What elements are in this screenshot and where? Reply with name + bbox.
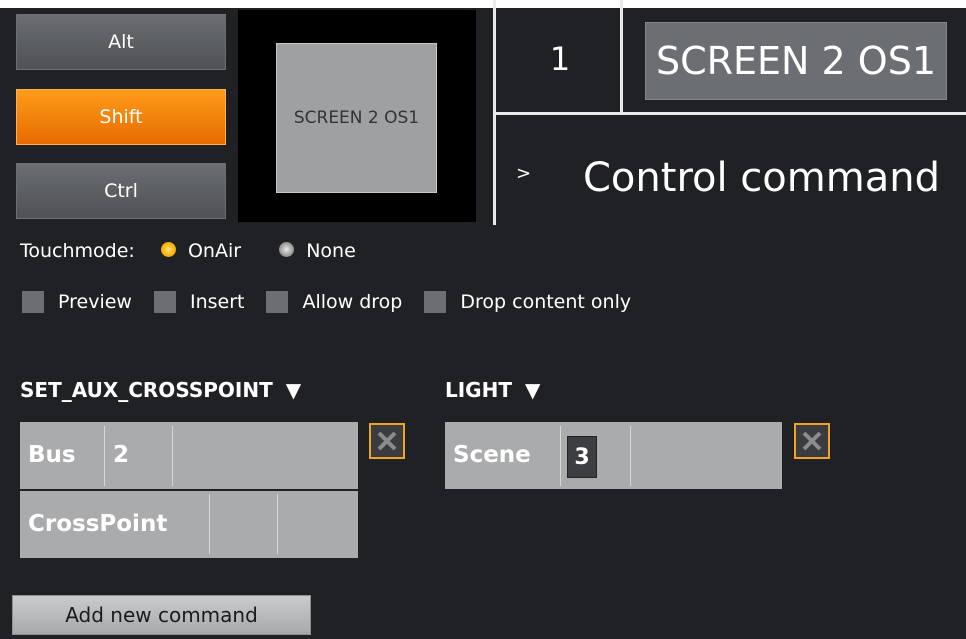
add-new-command-button[interactable]: Add new command bbox=[12, 595, 311, 635]
drop-content-only-checkbox[interactable] bbox=[424, 291, 447, 313]
param-value-bus[interactable]: 2 bbox=[113, 442, 129, 468]
remove-command-button[interactable] bbox=[794, 423, 830, 459]
screen-preview-tile[interactable]: SCREEN 2 OS1 bbox=[276, 43, 437, 193]
vertical-divider-2 bbox=[620, 0, 623, 112]
param-label-scene: Scene bbox=[453, 442, 531, 468]
drop-content-only-checkbox-label: Drop content only bbox=[460, 291, 632, 313]
column-separator bbox=[104, 426, 105, 486]
preview-checkbox[interactable] bbox=[22, 291, 44, 313]
command-header-light[interactable]: LIGHT ▼ bbox=[445, 378, 540, 402]
param-label-bus: Bus bbox=[28, 442, 76, 468]
command-params-table: Scene 3 bbox=[445, 422, 782, 489]
dropdown-arrow-icon[interactable]: ▼ bbox=[286, 378, 301, 402]
close-icon bbox=[377, 431, 397, 451]
radio-onair-label: OnAir bbox=[187, 240, 242, 262]
param-value-scene[interactable]: 3 bbox=[567, 436, 597, 478]
insert-checkbox[interactable] bbox=[153, 291, 176, 313]
row-separator bbox=[20, 489, 358, 491]
column-separator bbox=[560, 426, 561, 486]
touchmode-label: Touchmode: bbox=[20, 240, 135, 262]
command-params-table: Bus 2 CrossPoint bbox=[20, 422, 358, 558]
preview-panel: SCREEN 2 OS1 bbox=[238, 10, 476, 222]
touchmode-row: Touchmode: OnAir None bbox=[20, 240, 356, 262]
close-icon bbox=[802, 431, 822, 451]
column-separator bbox=[209, 494, 210, 554]
screen-selector-button[interactable]: SCREEN 2 OS1 bbox=[645, 22, 947, 100]
command-number: 1 bbox=[549, 40, 571, 78]
control-command-title: Control command bbox=[583, 155, 940, 201]
allow-drop-checkbox[interactable] bbox=[266, 291, 289, 313]
column-separator bbox=[630, 426, 631, 486]
chevron-right-icon[interactable]: > bbox=[516, 163, 531, 184]
command-header-set-aux[interactable]: SET_AUX_CROSSPOINT ▼ bbox=[20, 378, 301, 402]
preview-checkbox-label: Preview bbox=[58, 291, 132, 313]
column-separator bbox=[277, 494, 278, 554]
remove-command-button[interactable] bbox=[369, 423, 405, 459]
column-separator bbox=[172, 426, 173, 486]
horizontal-divider bbox=[496, 112, 966, 115]
param-label-crosspoint: CrossPoint bbox=[28, 511, 168, 537]
top-clipped-strip bbox=[0, 0, 966, 8]
radio-onair[interactable] bbox=[160, 242, 176, 257]
dropdown-arrow-icon[interactable]: ▼ bbox=[525, 378, 540, 402]
command-name: LIGHT bbox=[445, 378, 512, 402]
radio-none[interactable] bbox=[279, 242, 295, 257]
option-checkboxes: Preview Insert Allow drop Drop content o… bbox=[22, 291, 631, 313]
shift-key-button[interactable]: Shift bbox=[16, 89, 226, 145]
command-name: SET_AUX_CROSSPOINT bbox=[20, 378, 273, 402]
ctrl-key-button[interactable]: Ctrl bbox=[16, 163, 226, 219]
allow-drop-checkbox-label: Allow drop bbox=[302, 291, 403, 313]
radio-none-label: None bbox=[306, 240, 356, 262]
alt-key-button[interactable]: Alt bbox=[16, 14, 226, 70]
insert-checkbox-label: Insert bbox=[189, 291, 245, 313]
